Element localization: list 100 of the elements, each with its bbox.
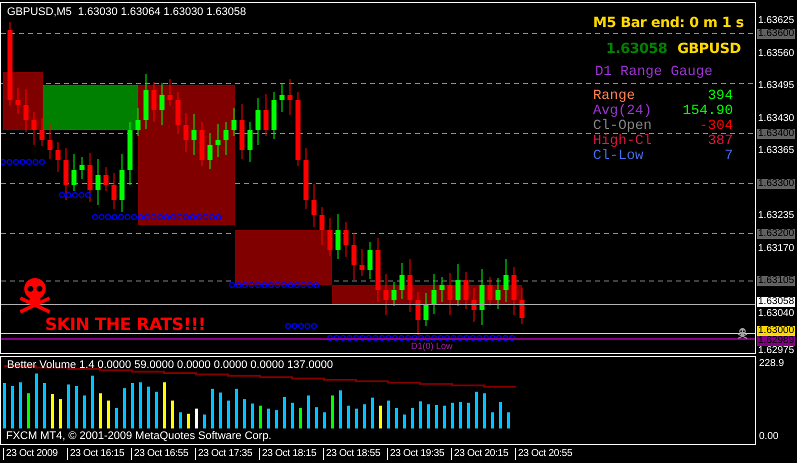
time-label: 23 Oct 19:35 bbox=[387, 448, 444, 460]
price-label: 1.63600 bbox=[757, 28, 796, 38]
volume-bar bbox=[339, 390, 342, 428]
candlestick bbox=[224, 122, 228, 156]
volume-bar bbox=[187, 414, 190, 428]
volume-bar bbox=[35, 373, 38, 428]
gauge-label: Range bbox=[593, 89, 636, 104]
volume-bar bbox=[211, 388, 214, 428]
volume-bar bbox=[227, 400, 230, 428]
candlestick bbox=[440, 276, 444, 302]
candlestick bbox=[416, 292, 420, 336]
candlestick bbox=[96, 158, 100, 206]
candlestick bbox=[56, 142, 60, 172]
candlestick bbox=[408, 258, 412, 312]
volume-bar bbox=[11, 386, 14, 428]
volume-bar bbox=[99, 393, 102, 428]
candlestick bbox=[384, 274, 388, 316]
volume-bar bbox=[435, 404, 438, 428]
gauge-value: 7 bbox=[724, 149, 733, 164]
candlestick bbox=[480, 268, 484, 326]
volume-bar bbox=[171, 400, 174, 428]
candlestick bbox=[240, 104, 244, 160]
volume-bar bbox=[163, 382, 166, 428]
candlestick bbox=[520, 288, 524, 324]
volume-bar bbox=[179, 412, 182, 428]
price-label: 1.63400 bbox=[757, 128, 796, 138]
volume-bar bbox=[259, 406, 262, 428]
candlestick bbox=[256, 98, 260, 146]
candlestick bbox=[40, 118, 44, 146]
gauge-label: High-Cl bbox=[593, 134, 652, 149]
candlestick bbox=[16, 88, 20, 114]
bid-price: 1.63058 bbox=[606, 41, 668, 57]
candlestick bbox=[176, 92, 180, 134]
candlestick bbox=[488, 276, 492, 306]
candlestick bbox=[336, 214, 340, 260]
volume-bar bbox=[115, 408, 118, 428]
volume-bar bbox=[427, 404, 430, 428]
slogan-text: SKIN THE RATS!!! bbox=[45, 316, 206, 334]
volume-bar bbox=[467, 402, 470, 428]
candlestick bbox=[232, 108, 236, 136]
price-label: 1.63625 bbox=[757, 16, 796, 26]
candlestick bbox=[184, 112, 188, 152]
candlestick bbox=[288, 78, 292, 116]
candlestick bbox=[168, 78, 172, 106]
volume-bar bbox=[267, 408, 270, 428]
price-label: 1.63200 bbox=[757, 228, 796, 238]
volume-bar bbox=[75, 386, 78, 428]
gauge-value: -304 bbox=[699, 119, 733, 134]
candlestick bbox=[80, 156, 84, 180]
volume-bar bbox=[307, 395, 310, 428]
candlestick bbox=[448, 272, 452, 316]
candlestick bbox=[392, 282, 396, 306]
volume-bar bbox=[323, 412, 326, 428]
candlestick bbox=[360, 248, 364, 276]
volume-bar bbox=[131, 383, 134, 428]
gauge-label: Cl-Low bbox=[593, 149, 644, 164]
price-label: 1.63365 bbox=[757, 146, 796, 156]
gauge-label: Cl-Open bbox=[593, 119, 652, 134]
price-label: 1.63058 bbox=[757, 297, 796, 307]
candlestick bbox=[424, 292, 428, 326]
support-dots bbox=[284, 322, 318, 330]
candlestick bbox=[120, 154, 124, 212]
candlestick bbox=[400, 262, 404, 300]
price-label: 1.63495 bbox=[757, 81, 796, 91]
time-label: 23 Oct 2009 bbox=[3, 448, 58, 460]
candlestick bbox=[72, 154, 76, 192]
volume-bar bbox=[499, 402, 502, 428]
level-label: D1(0) Low bbox=[411, 342, 453, 351]
candlestick bbox=[152, 82, 156, 122]
candlestick bbox=[48, 124, 52, 160]
volume-bar bbox=[251, 404, 254, 428]
volume-bar bbox=[387, 400, 390, 428]
time-label: 23 Oct 18:15 bbox=[259, 448, 316, 460]
time-label: 23 Oct 16:55 bbox=[131, 448, 188, 460]
skull-crossbones-icon bbox=[737, 328, 748, 340]
candlestick bbox=[264, 94, 268, 136]
volume-bar bbox=[331, 395, 334, 428]
volume-axis-label: 0.00 bbox=[759, 431, 778, 442]
volume-bar bbox=[443, 406, 446, 428]
price-label: 1.62975 bbox=[757, 346, 796, 356]
volume-bar bbox=[67, 384, 70, 428]
volume-bar bbox=[3, 383, 6, 428]
time-label: 23 Oct 20:55 bbox=[515, 448, 572, 460]
gauge-value: 154.90 bbox=[682, 104, 733, 119]
volume-bar bbox=[419, 401, 422, 428]
gauge-title: D1 Range Gauge bbox=[594, 65, 714, 80]
volume-bar bbox=[139, 382, 142, 428]
volume-bar bbox=[83, 395, 86, 428]
volume-bar bbox=[59, 399, 62, 428]
volume-bar bbox=[395, 408, 398, 428]
volume-bar bbox=[379, 406, 382, 428]
symbol-header: GBPUSD,M5 1.63030 1.63064 1.63030 1.63058 bbox=[7, 6, 246, 19]
candlestick bbox=[352, 232, 356, 280]
volume-bar bbox=[507, 412, 510, 428]
volume-bar bbox=[355, 408, 358, 428]
volume-bar bbox=[315, 407, 318, 428]
volume-bar bbox=[275, 410, 278, 428]
candlestick bbox=[328, 218, 332, 256]
candlestick bbox=[64, 148, 68, 200]
candlestick bbox=[144, 74, 148, 130]
